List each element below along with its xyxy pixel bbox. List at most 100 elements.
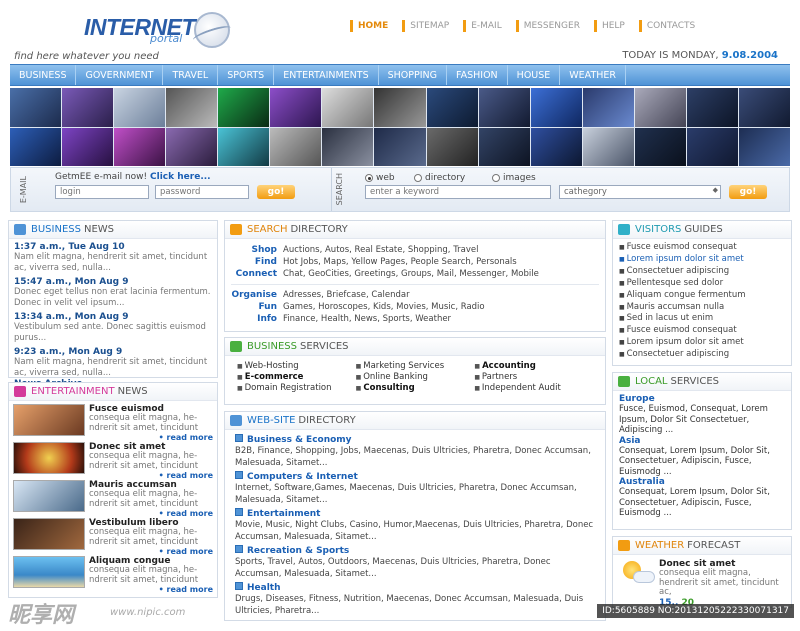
header-image-mosaic — [10, 88, 790, 166]
news-item[interactable]: 1:37 a.m., Tue Aug 10 Nam elit magna, hen… — [14, 242, 212, 273]
entertainment-item[interactable]: Aliquam congue consequa elit magna, he-nd… — [13, 556, 213, 594]
service-link[interactable]: Partners — [474, 372, 593, 382]
nav-shopping[interactable]: SHOPPING — [379, 65, 448, 85]
read-more-link[interactable]: • read more — [89, 433, 213, 442]
web-category-link[interactable]: Health — [235, 582, 595, 593]
web-category-link[interactable]: Computers & Internet — [235, 471, 595, 482]
email-go-button[interactable]: go! — [257, 185, 295, 199]
nav-fashion[interactable]: FASHION — [447, 65, 508, 85]
nav-weather[interactable]: WEATHER — [560, 65, 626, 85]
topnav-home[interactable]: HOME — [350, 20, 388, 32]
directory-row[interactable]: Fun Games, Horoscopes, Kids, Movies, Musi… — [231, 301, 599, 313]
keyword-input[interactable] — [365, 185, 551, 199]
panel-header: BUSINESS NEWS — [9, 221, 217, 239]
guide-link[interactable]: Sed in lacus ut enim — [619, 313, 785, 325]
guide-link[interactable]: Lorem ipsum dolor sit amet — [619, 337, 785, 349]
entertainment-item[interactable]: Vestibulum libero consequa elit magna, he… — [13, 518, 213, 556]
watermark-url: www.nipic.com — [110, 607, 186, 618]
region-link[interactable]: Australia — [619, 477, 785, 487]
business-news-panel: BUSINESS NEWS 1:37 a.m., Tue Aug 10 Nam el… — [8, 220, 218, 389]
visitors-guides-panel: VISITORSGUIDES Fusce euismod consequat L… — [612, 220, 792, 366]
directory-row[interactable]: Find Hot Jobs, Maps, Yellow Pages, People… — [231, 256, 599, 268]
thumbnail-image[interactable] — [13, 442, 85, 474]
news-item[interactable]: 15:47 a.m., Mon Aug 9 Donec eget tellus n… — [14, 277, 212, 308]
guide-link[interactable]: Consectetuer adipiscing — [619, 266, 785, 278]
bullet-icon — [593, 20, 597, 32]
search-go-button[interactable]: go! — [729, 185, 767, 199]
email-search-bar: E-MAIL GetmEE e-mail now! Click here... … — [10, 167, 790, 212]
guide-link[interactable]: Lorem ipsum dolor sit amet — [619, 254, 785, 266]
password-input[interactable] — [155, 185, 249, 199]
directory-row[interactable]: Info Finance, Health, News, Sports, Weath… — [231, 313, 599, 325]
thumbnail-image[interactable] — [13, 480, 85, 512]
topnav-messenger[interactable]: MESSENGER — [515, 20, 580, 32]
entertainment-item[interactable]: Donec sit amet consequa elit magna, he-nd… — [13, 442, 213, 480]
topnav-contacts[interactable]: CONTACTS — [638, 20, 695, 32]
panel-header: WEATHER FORECAST — [613, 537, 791, 555]
service-link[interactable]: Online Banking — [356, 372, 475, 382]
guide-link[interactable]: Fusce euismod consequat — [619, 325, 785, 337]
category-select[interactable]: cathegory ◆ — [559, 185, 721, 199]
web-category-link[interactable]: Business & Economy — [235, 434, 595, 445]
nav-business[interactable]: BUSINESS — [10, 65, 77, 85]
service-link[interactable]: Domain Registration — [237, 383, 356, 393]
nav-house[interactable]: HOUSE — [508, 65, 561, 85]
home-icon — [618, 376, 630, 387]
news-icon — [14, 224, 26, 235]
guide-link[interactable]: Fusce euismod consequat — [619, 242, 785, 254]
service-link[interactable]: E-commerce — [237, 372, 356, 382]
bullet-icon — [638, 20, 642, 32]
radio-checked-icon — [365, 174, 373, 182]
read-more-link[interactable]: • read more — [89, 509, 213, 518]
topnav-email[interactable]: E-MAIL — [463, 20, 502, 32]
read-more-link[interactable]: • read more — [89, 585, 213, 594]
web-category-link[interactable]: Recreation & Sports — [235, 545, 595, 556]
weather-forecast-panel: WEATHER FORECAST Donec sit amet consequa … — [612, 536, 792, 608]
entertainment-item[interactable]: Mauris accumsan consequa elit magna, he-n… — [13, 480, 213, 518]
directory-row[interactable]: Connect Chat, GeoCities, Greetings, Group… — [231, 268, 599, 280]
website-directory-panel: WEB-SITE DIRECTORY Business & Economy B2B,… — [224, 411, 606, 621]
service-link[interactable]: Marketing Services — [356, 361, 475, 371]
web-category-link[interactable]: Entertainment — [235, 508, 595, 519]
directory-row[interactable]: Organise Adresses, Briefcase, Calendar — [231, 289, 599, 301]
radio-directory[interactable]: directory — [414, 173, 465, 183]
nav-entertainments[interactable]: ENTERTAINMENTS — [274, 65, 379, 85]
thumbnail-image[interactable] — [13, 556, 85, 588]
thumbnail-image[interactable] — [13, 404, 85, 436]
region-link[interactable]: Asia — [619, 436, 785, 446]
topnav-sitemap[interactable]: SITEMAP — [402, 20, 449, 32]
entertainment-news-panel: ENTERTAINMENT NEWS Fusce euismod consequa … — [8, 382, 218, 598]
guide-link[interactable]: Consectetuer adipiscing — [619, 349, 785, 361]
login-input[interactable] — [55, 185, 149, 199]
radio-web[interactable]: web — [365, 173, 395, 183]
image-id-tag: ID:5605889 NO:20131205222330071317 — [597, 604, 794, 618]
directory-row[interactable]: Shop Auctions, Autos, Real Estate, Shoppi… — [231, 244, 599, 256]
radio-images[interactable]: images — [492, 173, 536, 183]
guide-link[interactable]: Aliquam congue fermentum — [619, 290, 785, 302]
bullet-icon — [515, 20, 519, 32]
nav-sports[interactable]: SPORTS — [218, 65, 275, 85]
email-signup-link[interactable]: Click here... — [150, 172, 211, 182]
service-link[interactable]: Independent Audit — [474, 383, 593, 393]
entertainment-item[interactable]: Fusce euismod consequa elit magna, he-ndr… — [13, 404, 213, 442]
service-link[interactable]: Accounting — [474, 361, 593, 371]
nav-government[interactable]: GOVERNMENT — [76, 65, 164, 85]
thumbnail-image[interactable] — [13, 518, 85, 550]
news-item[interactable]: 13:34 a.m., Mon Aug 9 Vestibulum sed ante… — [14, 312, 212, 343]
topnav-help[interactable]: HELP — [593, 20, 625, 32]
top-nav: HOME SITEMAP E-MAIL MESSENGER HELP CONTA… — [350, 20, 709, 32]
nav-travel[interactable]: TRAVEL — [163, 65, 219, 85]
read-more-link[interactable]: • read more — [89, 547, 213, 556]
guide-link[interactable]: Pellentesque sed dolor — [619, 278, 785, 290]
email-promo: GetmEE e-mail now! Click here... — [55, 172, 211, 182]
business-services-panel: BUSINESSSERVICES Web-Hosting Marketing S… — [224, 337, 606, 405]
panel-header: BUSINESS SERVICES — [225, 338, 605, 356]
radio-icon — [414, 174, 422, 182]
read-more-link[interactable]: • read more — [89, 471, 213, 480]
service-link[interactable]: Consulting — [356, 383, 475, 393]
service-link[interactable]: Web-Hosting — [237, 361, 356, 371]
region-link[interactable]: Europe — [619, 394, 785, 404]
news-item[interactable]: 9:23 a.m., Mon Aug 9 Nam elit magna, hend… — [14, 347, 212, 378]
guide-link[interactable]: Mauris accumsan nulla — [619, 302, 785, 314]
search-section-label: SEARCH — [335, 173, 344, 206]
